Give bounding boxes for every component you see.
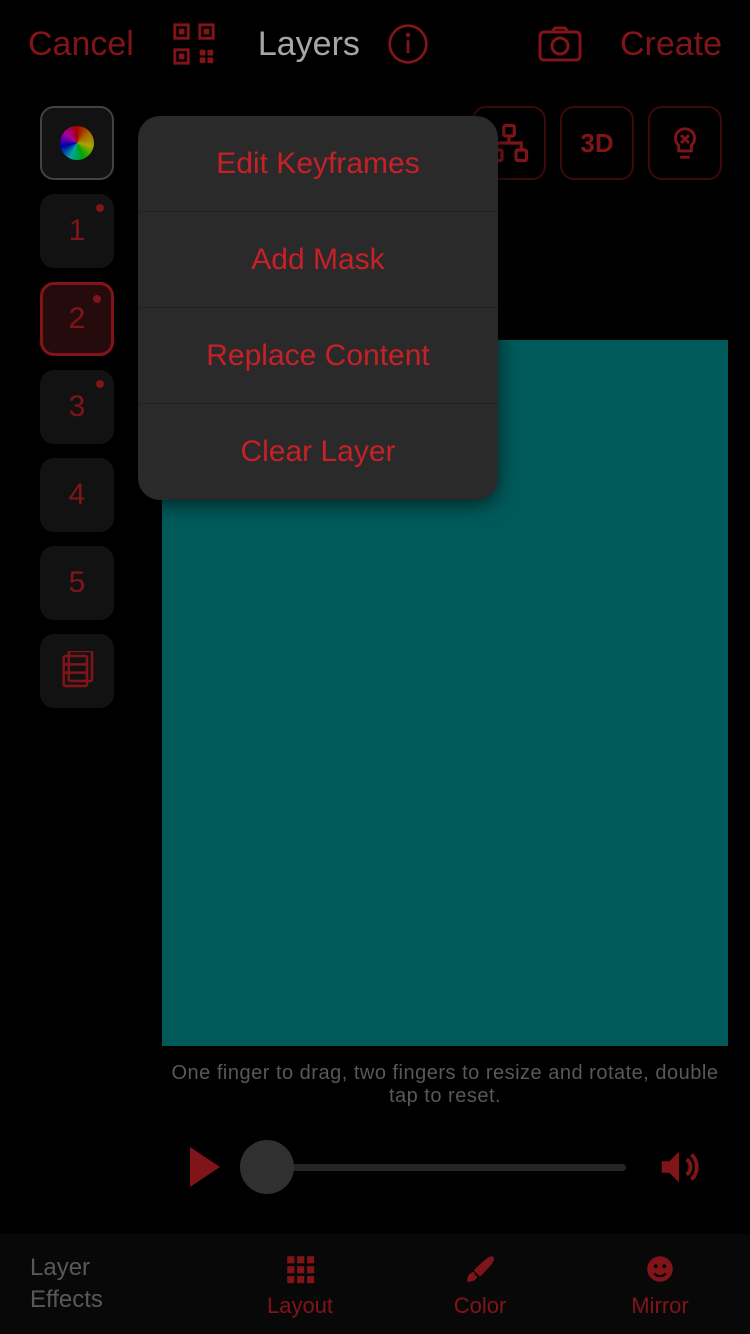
menu-replace-content[interactable]: Replace Content xyxy=(138,308,498,404)
menu-edit-keyframes[interactable]: Edit Keyframes xyxy=(138,116,498,212)
menu-clear-layer[interactable]: Clear Layer xyxy=(138,404,498,500)
layer-action-menu: Edit Keyframes Add Mask Replace Content … xyxy=(138,116,498,500)
menu-add-mask[interactable]: Add Mask xyxy=(138,212,498,308)
